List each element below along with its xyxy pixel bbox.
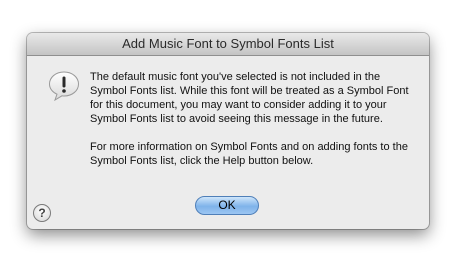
message-paragraph: For more information on Symbol Fonts and…: [90, 141, 408, 167]
ok-button[interactable]: OK: [195, 196, 259, 215]
alert-dialog: Add Music Font to Symbol Fonts List The …: [27, 33, 429, 229]
dialog-title: Add Music Font to Symbol Fonts List: [122, 36, 334, 51]
title-bar[interactable]: Add Music Font to Symbol Fonts List: [27, 33, 429, 56]
help-button[interactable]: ?: [33, 204, 51, 222]
alert-speech-bubble-icon: [48, 71, 80, 102]
message-paragraph: The default music font you've selected i…: [90, 71, 409, 125]
message-body: The default music font you've selected i…: [90, 70, 414, 168]
